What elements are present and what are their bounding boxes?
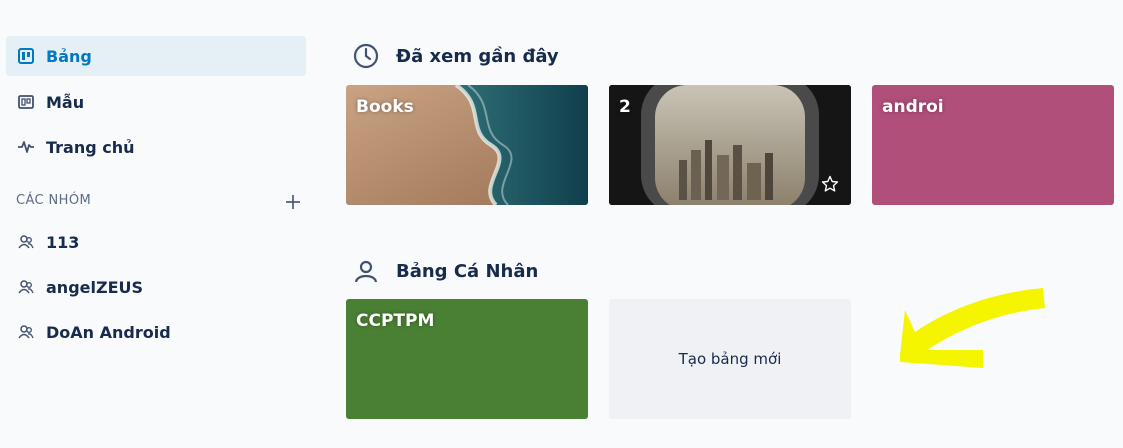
person-icon — [352, 257, 380, 285]
team-icon — [16, 277, 36, 297]
board-tile-2[interactable]: 2 — [609, 85, 851, 205]
board-title: Books — [356, 97, 414, 117]
annotation-arrow-icon — [900, 288, 1045, 368]
star-icon[interactable] — [821, 175, 839, 193]
team-label: angelZEUS — [46, 277, 144, 297]
board-icon — [16, 46, 36, 66]
create-board-label: Tạo bảng mới — [678, 350, 782, 368]
sidebar-team-113[interactable]: 113 — [6, 222, 306, 262]
sidebar-team-doan-android[interactable]: DoAn Android — [6, 312, 306, 352]
create-board-button[interactable]: Tạo bảng mới — [609, 299, 851, 419]
team-icon — [16, 322, 36, 342]
sidebar: Bảng Mẫu Trang chủ CÁC NHÓM 113 angelZEU… — [0, 0, 320, 448]
board-tile-ccptpm[interactable]: CCPTPM — [346, 299, 588, 419]
board-title: CCPTPM — [356, 311, 435, 331]
clock-icon — [352, 42, 380, 70]
recent-heading: Đã xem gần đây — [396, 45, 559, 67]
sidebar-item-label: Trang chủ — [46, 137, 135, 157]
sidebar-item-boards[interactable]: Bảng — [6, 36, 306, 76]
sidebar-team-angelzeus[interactable]: angelZEUS — [6, 267, 306, 307]
recent-header: Đã xem gần đây — [352, 42, 559, 70]
team-label: DoAn Android — [46, 322, 171, 342]
plus-icon — [286, 195, 300, 209]
board-title: 2 — [619, 97, 631, 117]
board-tile-androi[interactable]: androi — [872, 85, 1114, 205]
personal-header: Bảng Cá Nhân — [352, 257, 538, 285]
sidebar-item-label: Bảng — [46, 46, 92, 66]
sidebar-item-home[interactable]: Trang chủ — [6, 127, 306, 167]
sidebar-item-label: Mẫu — [46, 92, 85, 112]
add-team-button[interactable] — [281, 190, 305, 214]
team-icon — [16, 232, 36, 252]
activity-icon — [16, 137, 36, 157]
team-label: 113 — [46, 232, 80, 252]
board-tile-books[interactable]: Books — [346, 85, 588, 205]
template-icon — [16, 92, 36, 112]
airplane-window-photo — [609, 85, 851, 205]
personal-heading: Bảng Cá Nhân — [396, 260, 539, 282]
teams-heading: CÁC NHÓM — [16, 193, 92, 208]
sidebar-item-templates[interactable]: Mẫu — [6, 82, 306, 122]
board-title: androi — [882, 97, 944, 117]
